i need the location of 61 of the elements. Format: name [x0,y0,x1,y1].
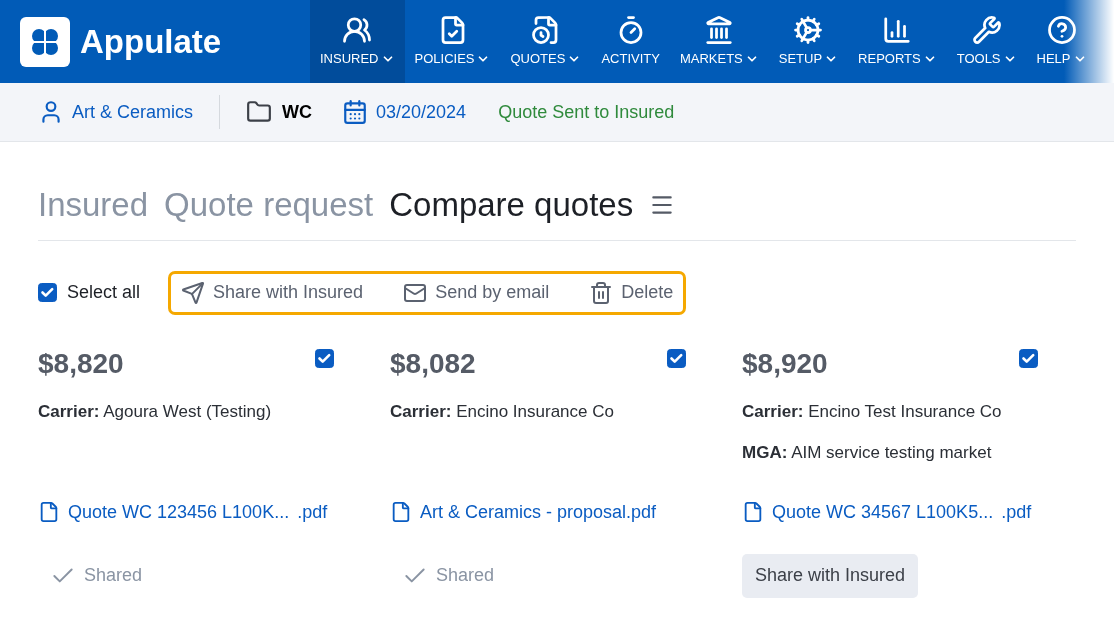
step-tab[interactable]: Compare quotes [389,180,634,230]
shared-status: Shared [84,564,143,587]
date-text: 03/20/2024 [376,100,467,124]
checkbox[interactable] [38,283,57,302]
file-extension: .pdf [1001,500,1032,524]
checkbox[interactable] [667,348,686,368]
file-icon [390,501,412,523]
file-extension: .pdf [297,500,328,524]
nav-tab[interactable]: ACTIVITY [591,0,670,83]
send-icon [181,280,206,305]
users-icon [342,14,373,45]
nav-label: SETUP [778,49,823,68]
nav-tab[interactable]: HELP [1026,0,1097,83]
nav-tab[interactable]: SETUP [768,0,849,83]
bank-icon [704,14,735,45]
line-of-business: WC [282,100,313,124]
nav-tab[interactable]: TOOLS [946,0,1027,83]
nav-tab[interactable]: POLICIES [404,0,501,83]
clover-logo-icon [20,16,70,67]
nav-label: HELP [1036,49,1071,68]
shared-status: Shared [436,564,495,587]
calendar-icon [342,99,369,125]
toolbar-action[interactable]: Delete [589,279,674,306]
quote-price: $8,820 [38,346,124,381]
file-icon [38,501,60,523]
toolbar-action[interactable]: Share with Insured [181,279,364,306]
nav-tab[interactable]: INSURED [310,0,405,83]
insured-link[interactable]: Art & Ceramics [72,98,194,126]
nav-label: TOOLS [956,49,1001,68]
file-icon [742,501,764,523]
brand-name: Appulate [80,21,222,62]
nav-label: INSURED [320,49,379,68]
nav-label: QUOTES [510,49,566,68]
quote-detail: Carrier: Encino Test Insurance Co [742,400,1003,423]
file-link[interactable]: Art & Ceramics - proposal.pdf [420,498,657,526]
trash-icon [589,280,614,305]
quote-price: $8,082 [390,346,476,381]
quote-detail: MGA: AIM service testing market [742,442,993,464]
toolbar-action[interactable]: Send by email [403,279,550,306]
gears-icon [793,14,824,45]
quote-detail: Carrier: Encino Insurance Co [390,400,615,423]
nav-label: ACTIVITY [601,49,660,68]
file-link[interactable]: Quote WC 34567 L100K5... [772,498,994,526]
checkbox[interactable] [1019,348,1038,368]
select-all-label[interactable]: Select all [67,279,141,306]
file-link[interactable]: Quote WC 123456 L100K... [68,498,290,526]
share-button[interactable]: Share with Insured [742,553,919,598]
tools-icon [971,14,1002,45]
bar-chart-icon [882,14,913,45]
status-text: Quote Sent to Insured [498,100,675,124]
help-icon [1046,14,1077,45]
nav-label: POLICIES [414,49,475,68]
nav-label: MARKETS [679,49,743,68]
nav-tab[interactable]: REPORTS [848,0,947,83]
checkbox[interactable] [315,348,334,368]
nav-tab[interactable]: QUOTES [500,0,592,83]
nav-tab[interactable]: MARKETS [669,0,769,83]
quote-price: $8,920 [742,346,828,381]
quote-detail: Carrier: Agoura West (Testing) [38,400,273,423]
folder-icon [246,99,273,125]
nav-label: REPORTS [858,49,921,68]
